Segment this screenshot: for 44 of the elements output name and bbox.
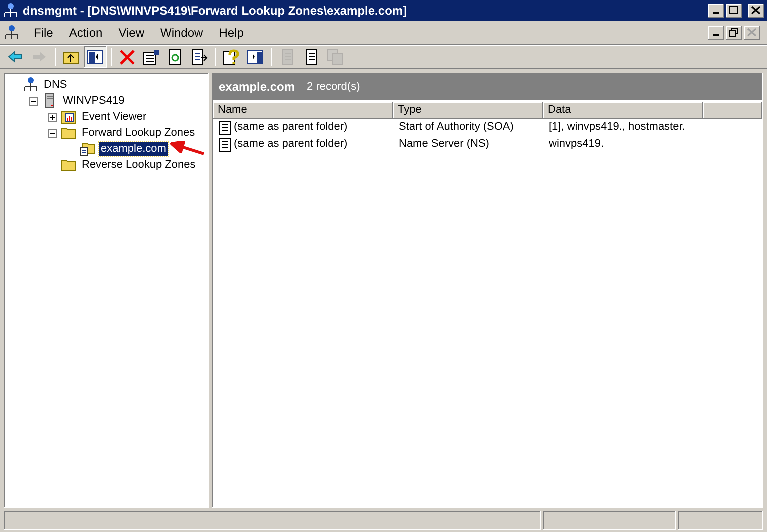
- record-count: 2 record(s): [307, 80, 360, 95]
- collapse-icon[interactable]: [48, 128, 56, 138]
- column-header[interactable]: Type: [393, 102, 543, 119]
- table-cell-text: Start of Authority (SOA): [399, 120, 514, 136]
- menu-item[interactable]: Action: [61, 24, 111, 42]
- network-icon: [4, 24, 20, 40]
- document-icon: [219, 138, 231, 152]
- column-header[interactable]: Data: [543, 102, 703, 119]
- column-header[interactable]: Name: [213, 102, 393, 119]
- table-cell-text: Name Server (NS): [399, 137, 490, 152]
- maximize-icon: [729, 6, 739, 15]
- menu-item[interactable]: Help: [211, 24, 252, 42]
- expand-icon[interactable]: [48, 112, 56, 122]
- tree-icon[interactable]: [84, 46, 107, 68]
- menu-item[interactable]: View: [110, 24, 152, 42]
- close-button[interactable]: [748, 4, 764, 18]
- tree-item[interactable]: example.com: [99, 142, 168, 156]
- table-cell-text: winvps419.: [549, 137, 604, 152]
- minimize-button[interactable]: [708, 4, 724, 18]
- tree-item[interactable]: WINVPS419: [61, 94, 127, 108]
- close-icon: [747, 28, 757, 37]
- zone-title: example.com: [219, 79, 296, 96]
- table-cell-text: [1], winvps419., hostmaster.: [549, 120, 686, 136]
- tree-item[interactable]: Reverse Lookup Zones: [80, 158, 198, 172]
- maximize-button[interactable]: [726, 4, 742, 18]
- menu-item[interactable]: File: [26, 24, 62, 42]
- window-title: dnsmgmt - [DNS\WINVPS419\Forward Lookup Zones\example.com]: [23, 2, 408, 20]
- pointer-arrow: [170, 141, 206, 156]
- tree-item[interactable]: DNS: [42, 78, 70, 92]
- menu-item[interactable]: Window: [152, 24, 212, 42]
- folder-document-icon: [80, 141, 96, 157]
- tree-item[interactable]: Event Viewer: [80, 110, 149, 124]
- tree-item[interactable]: Forward Lookup Zones: [80, 126, 198, 140]
- table-cell-text: (same as parent folder): [234, 120, 348, 136]
- network-icon: [23, 77, 39, 93]
- collapse-icon[interactable]: [28, 96, 38, 106]
- document-icon: [219, 120, 231, 134]
- network-icon: [3, 2, 19, 18]
- folder-chart-icon: [61, 109, 77, 125]
- minimize-button[interactable]: [708, 26, 724, 40]
- restore-icon: [729, 28, 739, 37]
- table-cell-text: (same as parent folder): [234, 137, 348, 152]
- close-icon: [751, 6, 761, 15]
- restore-button[interactable]: [726, 26, 742, 40]
